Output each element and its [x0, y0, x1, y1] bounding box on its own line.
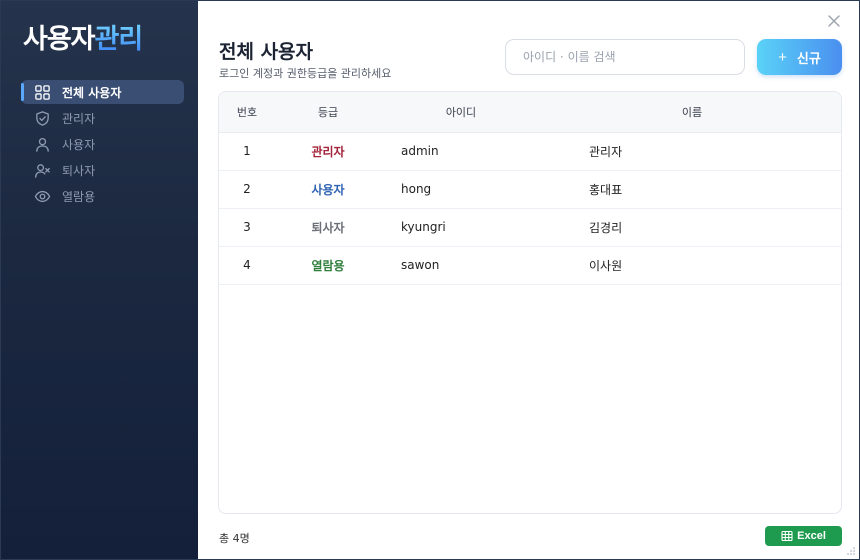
page-subtitle: 로그인 계정과 권한등급을 관리하세요	[219, 67, 392, 80]
column-header-name[interactable]: 이름	[541, 92, 841, 133]
sidebar-nav: 전체 사용자 관리자 사용자 퇴사자 열람용	[21, 80, 184, 210]
user-x-icon	[33, 161, 51, 179]
spreadsheet-icon	[781, 530, 793, 542]
logo-text-blue: 관리	[94, 24, 144, 55]
users-table: 번호 등급 아이디 이름 1 관리자 admin 관리자 2 사용자 hong	[218, 91, 842, 514]
shield-check-icon	[33, 109, 51, 127]
cell-name: 김경리	[541, 208, 841, 247]
column-header-grade[interactable]: 등급	[275, 92, 381, 133]
table-header-row: 번호 등급 아이디 이름	[219, 92, 841, 133]
eye-icon	[33, 187, 51, 205]
plus-icon: +	[778, 48, 787, 66]
cell-name: 이사원	[541, 246, 841, 285]
close-icon[interactable]	[827, 13, 843, 29]
sidebar-item-label: 퇴사자	[62, 163, 96, 178]
table-row[interactable]: 4 열람용 sawon 이사원	[219, 246, 841, 285]
grid-icon	[33, 83, 51, 101]
sidebar-item-label: 전체 사용자	[62, 85, 122, 100]
column-header-id[interactable]: 아이디	[381, 92, 541, 133]
users-table-grid: 번호 등급 아이디 이름 1 관리자 admin 관리자 2 사용자 hong	[219, 92, 841, 285]
app-window: 사용자관리 전체 사용자 관리자 사용자 퇴사자 열람용 전체 사용자 로그인 …	[0, 0, 860, 560]
new-user-button-label: 신규	[796, 50, 821, 66]
sidebar-item-users[interactable]: 사용자	[21, 132, 184, 156]
sidebar: 사용자관리 전체 사용자 관리자 사용자 퇴사자 열람용	[1, 1, 198, 559]
excel-export-button[interactable]: Excel	[765, 526, 842, 546]
cell-name: 관리자	[541, 132, 841, 171]
sidebar-item-viewers[interactable]: 열람용	[21, 184, 184, 208]
excel-button-label: Excel	[797, 530, 826, 542]
cell-number: 4	[219, 246, 275, 285]
cell-number: 1	[219, 132, 275, 171]
user-count: 총 4명	[219, 532, 250, 545]
cell-number: 2	[219, 170, 275, 209]
sidebar-item-label: 열람용	[62, 189, 96, 204]
cell-grade: 열람용	[275, 246, 381, 285]
logo-text-white: 사용자	[23, 24, 96, 55]
cell-number: 3	[219, 208, 275, 247]
cell-id: sawon	[381, 246, 541, 285]
column-header-number[interactable]: 번호	[219, 92, 275, 133]
cell-grade: 퇴사자	[275, 208, 381, 247]
table-row[interactable]: 3 퇴사자 kyungri 김경리	[219, 208, 841, 247]
sidebar-item-label: 관리자	[62, 111, 96, 126]
cell-id: kyungri	[381, 208, 541, 247]
sidebar-item-label: 사용자	[62, 137, 96, 152]
cell-id: hong	[381, 170, 541, 209]
page-title: 전체 사용자	[219, 41, 314, 63]
app-logo: 사용자관리	[23, 23, 144, 57]
sidebar-item-all-users[interactable]: 전체 사용자	[21, 80, 184, 104]
new-user-button[interactable]: + 신규	[757, 39, 842, 75]
user-icon	[33, 135, 51, 153]
search-input[interactable]	[505, 39, 745, 75]
cell-grade: 사용자	[275, 170, 381, 209]
table-row[interactable]: 1 관리자 admin 관리자	[219, 132, 841, 171]
sidebar-item-retired[interactable]: 퇴사자	[21, 158, 184, 182]
table-row[interactable]: 2 사용자 hong 홍대표	[219, 170, 841, 209]
cell-id: admin	[381, 132, 541, 171]
cell-grade: 관리자	[275, 132, 381, 171]
sidebar-item-admins[interactable]: 관리자	[21, 106, 184, 130]
resize-grip-icon[interactable]	[846, 546, 856, 556]
cell-name: 홍대표	[541, 170, 841, 209]
